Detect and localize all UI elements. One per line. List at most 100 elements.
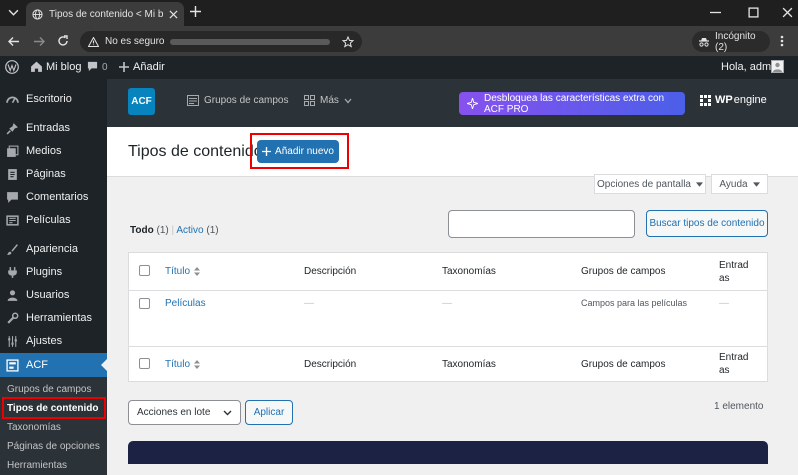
menu-item-paginas[interactable]: Páginas — [0, 163, 107, 185]
column-title-sort-footer[interactable]: Título — [165, 359, 201, 370]
nav-label: Más — [320, 95, 339, 106]
menu-item-acf[interactable]: ACF — [0, 353, 107, 377]
menu-item-comentarios[interactable]: Comentarios — [0, 186, 107, 208]
blurred-url — [170, 38, 331, 45]
home-icon[interactable] — [30, 60, 43, 73]
bulk-actions-label: Acciones en lote — [137, 407, 211, 418]
submenu-taxonomias[interactable]: Taxonomías — [0, 417, 107, 437]
media-icon — [6, 145, 19, 158]
column-title-sort[interactable]: Título — [165, 266, 201, 277]
incognito-icon — [698, 37, 710, 47]
search-input[interactable] — [448, 210, 635, 238]
wp-engine-mark-icon — [700, 94, 711, 106]
maximize-icon[interactable] — [748, 7, 759, 18]
bulk-actions-select[interactable]: Acciones en lote — [128, 400, 241, 425]
submenu-paginas-de-opciones[interactable]: Páginas de opciones — [0, 436, 107, 456]
back-icon[interactable] — [8, 36, 20, 47]
wp-engine-logo[interactable]: WP engine — [700, 94, 767, 106]
submenu-grupos-de-campos[interactable]: Grupos de campos — [0, 379, 107, 399]
menu-item-ajustes[interactable]: Ajustes — [0, 330, 107, 352]
header-divider — [129, 290, 767, 291]
plus-icon — [119, 62, 129, 72]
filter-separator: | — [171, 225, 175, 236]
select-all-checkbox[interactable] — [139, 265, 150, 276]
browser-tab-strip: Tipos de contenido < Mi blog - — [0, 0, 798, 26]
post-types-table: Título Descripción Taxonomías Grupos de … — [128, 252, 768, 382]
menu-item-apariencia[interactable]: Apariencia — [0, 238, 107, 260]
column-header-description: Descripción — [304, 266, 357, 277]
menu-item-entradas[interactable]: Entradas — [0, 117, 107, 139]
menu-label: Películas — [26, 214, 71, 226]
help-button[interactable]: Ayuda — [711, 174, 768, 194]
view-filters: Todo (1) | Activo (1) — [130, 225, 219, 236]
menu-label: Escritorio — [26, 93, 72, 105]
column-header: Título — [165, 266, 191, 277]
warning-icon — [88, 36, 99, 47]
menu-item-herramientas[interactable]: Herramientas — [0, 307, 107, 329]
tab-search-icon[interactable] — [8, 7, 19, 18]
items-count: 1 elemento — [714, 401, 764, 412]
minimize-icon[interactable] — [710, 7, 721, 18]
wordpress-logo-icon[interactable] — [5, 60, 19, 74]
bookmark-star-icon[interactable] — [342, 35, 354, 48]
acf-nav-more[interactable]: Más — [304, 95, 352, 106]
close-window-icon[interactable] — [782, 7, 793, 18]
browser-tab-title: Tipos de contenido < Mi blog - — [49, 8, 163, 20]
row-title-link[interactable]: Películas — [165, 298, 206, 309]
screen-options-button[interactable]: Opciones de pantalla — [594, 174, 706, 194]
menu-item-usuarios[interactable]: Usuarios — [0, 284, 107, 306]
submenu-herramientas[interactable]: Herramientas — [0, 455, 107, 475]
row-description: — — [304, 298, 314, 309]
comment-bubble-icon[interactable] — [87, 61, 98, 72]
caret-down-icon — [752, 181, 760, 187]
acf-nav-field-groups[interactable]: Grupos de campos — [187, 95, 289, 106]
chevron-down-icon — [223, 410, 232, 416]
settings-icon — [6, 335, 19, 348]
forward-icon[interactable] — [33, 36, 45, 47]
column-footer-description: Descripción — [304, 359, 357, 370]
menu-item-medios[interactable]: Medios — [0, 140, 107, 162]
screen-options-label: Opciones de pantalla — [597, 178, 691, 190]
sparkle-icon — [467, 98, 478, 109]
column-header-posts-2: as — [719, 273, 730, 284]
acf-logo[interactable]: ACF — [128, 88, 155, 115]
highlight-box-submenu — [2, 397, 106, 419]
reload-icon[interactable] — [57, 35, 69, 47]
highlight-box-add-new — [250, 133, 349, 169]
incognito-indicator[interactable]: Incógnito (2) — [692, 31, 770, 53]
caret-down-icon — [695, 181, 703, 187]
wp-admin-bar: Mi blog 0 Añadir Hola, admin — [0, 56, 798, 79]
page-title: Tipos de contenido — [128, 143, 263, 160]
browser-menu-icon[interactable] — [780, 35, 784, 47]
filter-active[interactable]: Activo — [176, 225, 203, 236]
menu-label: ACF — [26, 359, 48, 371]
filter-all-count: (1) — [156, 225, 169, 236]
menu-item-peliculas[interactable]: Películas — [0, 209, 107, 231]
apply-button[interactable]: Aplicar — [245, 400, 293, 425]
chevron-down-icon — [344, 98, 352, 104]
menu-item-escritorio[interactable]: Escritorio — [0, 88, 107, 110]
column-header: Título — [165, 359, 191, 370]
filter-all[interactable]: Todo — [130, 225, 154, 236]
search-button[interactable]: Buscar tipos de contenido — [646, 210, 768, 237]
nav-label: Grupos de campos — [204, 95, 289, 106]
close-tab-icon[interactable] — [169, 9, 178, 19]
select-all-checkbox-footer[interactable] — [139, 358, 150, 369]
row-checkbox[interactable] — [139, 298, 150, 309]
menu-label: Entradas — [26, 122, 71, 134]
site-name-link[interactable]: Mi blog — [46, 61, 81, 73]
column-header-field-groups: Grupos de campos — [581, 266, 666, 277]
column-header-posts-1: Entrad — [719, 260, 749, 271]
menu-item-plugins[interactable]: Plugins — [0, 261, 107, 283]
menu-label: Plugins — [26, 266, 63, 278]
browser-tab[interactable]: Tipos de contenido < Mi blog - — [26, 2, 184, 26]
menu-label: Apariencia — [26, 243, 78, 255]
avatar[interactable] — [771, 60, 784, 73]
acf-pro-upgrade-button[interactable]: Desbloquea las características extra con… — [459, 92, 685, 115]
column-footer-posts-1: Entrad — [719, 352, 749, 363]
address-bar[interactable]: No es seguro — [80, 31, 362, 52]
post-type-icon — [6, 214, 19, 227]
row-taxonomies: — — [442, 298, 452, 309]
new-content-link[interactable]: Añadir — [133, 61, 165, 73]
new-tab-icon[interactable] — [190, 6, 201, 17]
